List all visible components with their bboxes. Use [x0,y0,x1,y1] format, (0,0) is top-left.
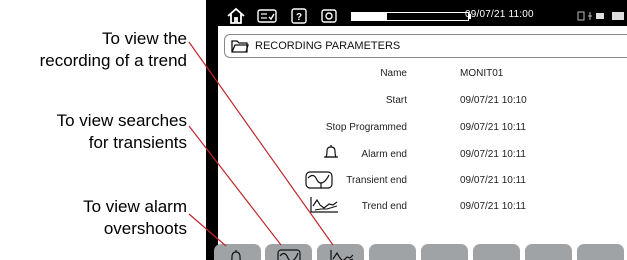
param-value-transient-end: 09/07/21 10:11 [460,175,526,186]
callout-line: To view searches [56,111,187,130]
page-title: RECORDING PARAMETERS [255,40,401,52]
bell-icon [231,250,241,260]
instrument-display: ? 09/07/21 11:00 RECORDING PARAMETERS Na… [206,0,627,260]
trend-icon [310,197,338,213]
camera-icon[interactable] [320,6,338,26]
fkey-trend[interactable] [317,244,364,260]
fkey-8[interactable] [577,244,624,260]
fkey-7[interactable] [525,244,572,260]
param-label-name: Name [380,68,407,79]
callout-line: To view alarm [83,197,187,216]
callout-transients: To view searches for transients [57,110,187,154]
param-label-stop: Stop Programmed [325,122,407,133]
fkey-alarms[interactable] [214,244,261,260]
fkey-transients[interactable] [265,244,312,260]
battery-gauge [351,12,469,21]
status-datetime: 09/07/21 11:00 [465,9,534,20]
param-label-trend-end: Trend end [361,201,407,212]
folder-icon [231,40,249,53]
svg-text:?: ? [296,12,302,23]
param-label-alarm-end: Alarm end [361,149,407,160]
fkey-6[interactable] [473,244,520,260]
callout-line: for transients [88,133,187,152]
param-value-trend-end: 09/07/21 10:11 [460,201,526,212]
fkey-4[interactable] [369,244,416,260]
param-value-alarm-end: 09/07/21 10:11 [460,149,526,160]
screen: ? 09/07/21 11:00 RECORDING PARAMETERS Na… [214,6,627,260]
fkey-5[interactable] [421,244,468,260]
bell-icon [324,145,338,158]
help-icon[interactable]: ? [290,6,308,26]
param-value-start: 09/07/21 10:10 [460,95,527,106]
checklist-icon[interactable] [256,6,278,26]
callout-line: recording of a trend [39,51,187,70]
callout-line: To view the [101,29,187,48]
home-icon[interactable] [226,6,246,26]
param-label-transient-end: Transient end [346,175,407,186]
function-key-bar [214,244,627,260]
param-value-name: MONIT01 [460,68,504,79]
panel-header: RECORDING PARAMETERS [224,34,627,58]
transient-icon [277,249,301,260]
trend-icon [330,250,354,260]
param-label-start: Start [385,95,407,106]
transient-icon [305,171,333,189]
connection-icon [577,11,624,21]
param-value-stop: 09/07/21 10:11 [460,122,526,133]
status-bar: ? 09/07/21 11:00 [218,6,627,26]
battery-fill [352,13,387,20]
callout-alarms: To view alarm overshoots [83,196,187,240]
callout-trend: To view the recording of a trend [40,28,187,72]
callout-line: overshoots [103,219,187,238]
